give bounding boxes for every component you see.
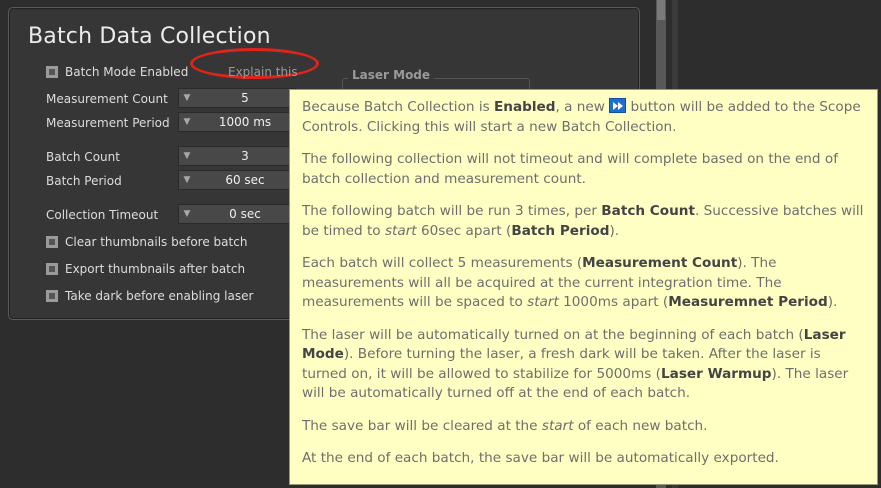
batch-period-value[interactable]: 60 sec bbox=[195, 173, 295, 187]
checkbox-box[interactable] bbox=[46, 263, 58, 275]
batch-count-spinner[interactable]: ▼ 3 bbox=[178, 146, 296, 166]
take-dark-label: Take dark before enabling laser bbox=[65, 289, 254, 303]
scrollbar-thumb[interactable] bbox=[657, 0, 665, 20]
chevron-down-icon[interactable]: ▼ bbox=[179, 175, 195, 185]
explain-tooltip: Because Batch Collection is Enabled, a n… bbox=[289, 89, 878, 485]
measurement-period-spinner[interactable]: ▼ 1000 ms bbox=[178, 112, 296, 132]
tooltip-paragraph: The save bar will be cleared at the star… bbox=[302, 417, 708, 434]
laser-mode-title: Laser Mode bbox=[348, 68, 435, 82]
measurement-count-label: Measurement Count bbox=[46, 92, 168, 106]
batch-count-value[interactable]: 3 bbox=[195, 149, 295, 163]
export-thumbnails-checkbox[interactable]: Export thumbnails after batch bbox=[46, 262, 245, 276]
measurement-count-spinner[interactable]: ▼ 5 bbox=[178, 88, 296, 108]
measurement-period-value[interactable]: 1000 ms bbox=[195, 115, 295, 129]
checkbox-box[interactable] bbox=[46, 290, 58, 302]
tooltip-paragraph: The following collection will not timeou… bbox=[302, 151, 838, 187]
clear-thumbnails-label: Clear thumbnails before batch bbox=[65, 235, 248, 249]
tooltip-paragraph: Each batch will collect 5 measurements (… bbox=[302, 255, 838, 310]
batch-period-spinner[interactable]: ▼ 60 sec bbox=[178, 170, 296, 190]
checkbox-box[interactable] bbox=[46, 66, 58, 78]
tooltip-paragraph: The laser will be automatically turned o… bbox=[302, 326, 849, 402]
chevron-down-icon[interactable]: ▼ bbox=[179, 117, 195, 127]
batch-mode-checkbox[interactable]: Batch Mode Enabled bbox=[46, 65, 188, 79]
measurement-count-value[interactable]: 5 bbox=[195, 91, 295, 105]
collection-timeout-value[interactable]: 0 sec bbox=[195, 207, 295, 221]
panel-title: Batch Data Collection bbox=[28, 24, 271, 49]
chevron-down-icon[interactable]: ▼ bbox=[179, 151, 195, 161]
tooltip-paragraph: At the end of each batch, the save bar w… bbox=[302, 450, 779, 466]
measurement-period-label: Measurement Period bbox=[46, 116, 170, 130]
batch-mode-label: Batch Mode Enabled bbox=[65, 65, 189, 79]
collection-timeout-spinner[interactable]: ▼ 0 sec bbox=[178, 204, 296, 224]
clear-thumbnails-checkbox[interactable]: Clear thumbnails before batch bbox=[46, 235, 247, 249]
batch-period-label: Batch Period bbox=[46, 174, 122, 188]
batch-count-label: Batch Count bbox=[46, 150, 120, 164]
checkbox-box[interactable] bbox=[46, 236, 58, 248]
tooltip-paragraph: Because Batch Collection is Enabled, a n… bbox=[302, 98, 861, 135]
fast-forward-icon bbox=[609, 98, 627, 113]
collection-timeout-label: Collection Timeout bbox=[46, 208, 159, 222]
take-dark-checkbox[interactable]: Take dark before enabling laser bbox=[46, 289, 253, 303]
explain-this-link[interactable]: Explain this bbox=[228, 65, 298, 79]
tooltip-paragraph: The following batch will be run 3 times,… bbox=[302, 203, 864, 239]
chevron-down-icon[interactable]: ▼ bbox=[179, 209, 195, 219]
chevron-down-icon[interactable]: ▼ bbox=[179, 93, 195, 103]
export-thumbnails-label: Export thumbnails after batch bbox=[65, 262, 246, 276]
